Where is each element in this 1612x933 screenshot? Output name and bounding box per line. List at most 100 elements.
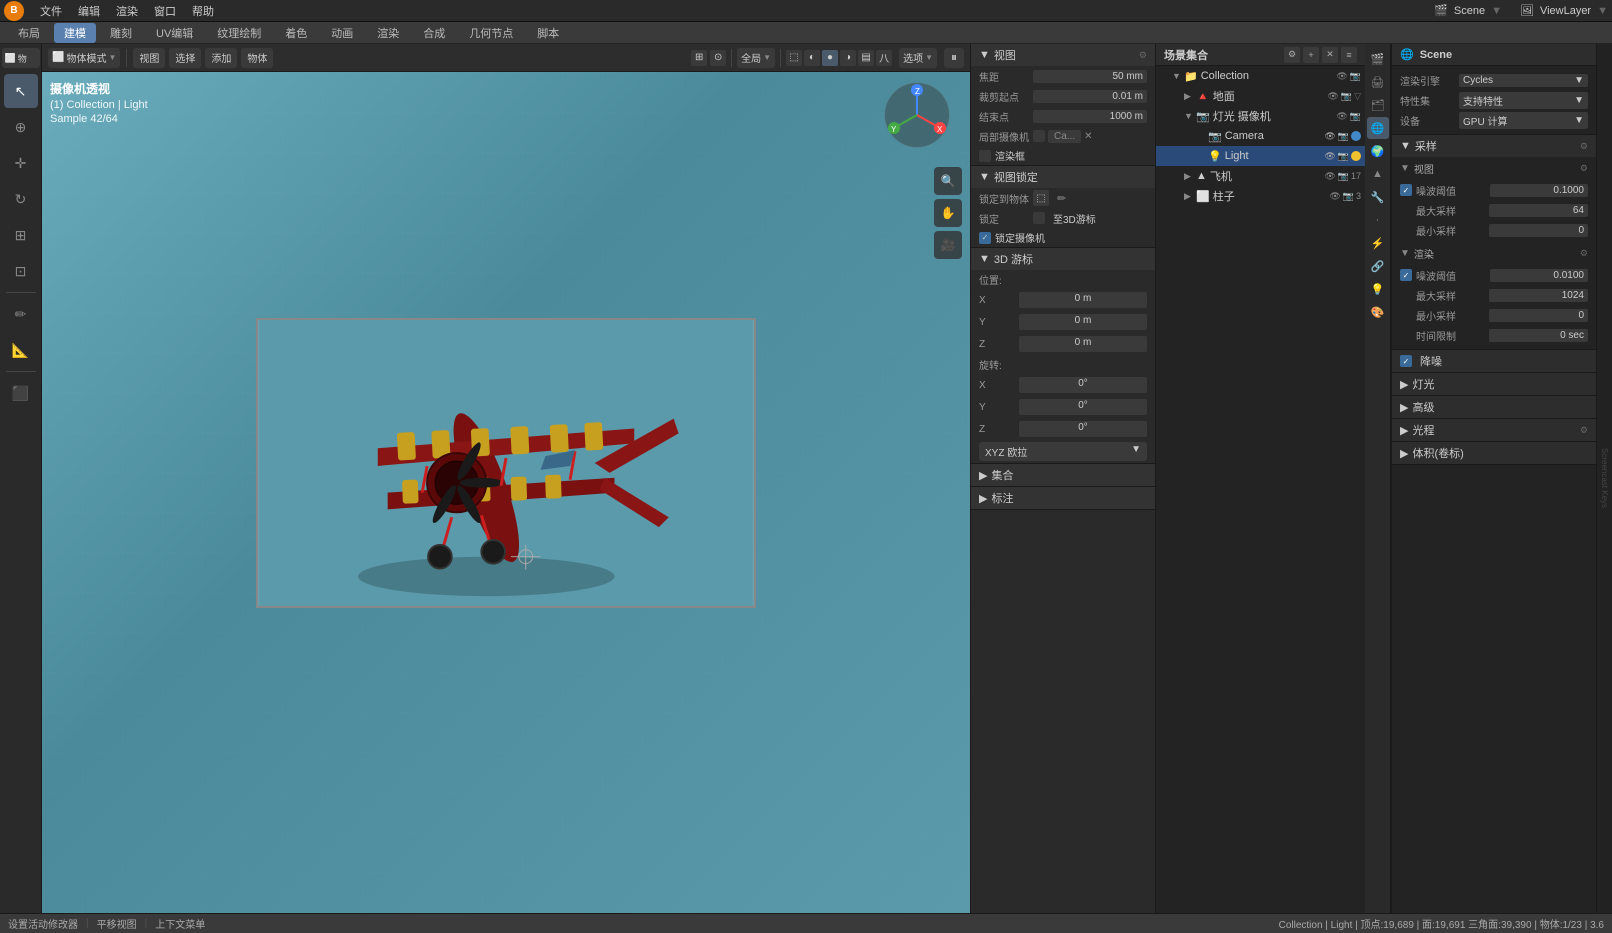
sampling-settings[interactable]: ⚙ [1580,141,1588,152]
plane-vis-icon[interactable]: 👁 [1324,171,1335,182]
render-min-val[interactable]: 0 [1489,309,1588,322]
physics-props-icon[interactable]: ⚡ [1367,232,1389,254]
tree-camera[interactable]: ▶ 📷 Camera 👁 📷 [1156,126,1365,146]
cursor-tool[interactable]: ⊕ [4,110,38,144]
tree-column[interactable]: ▶ ⬜ 柱子 👁 📷 3 [1156,186,1365,206]
settings-icon[interactable]: ≡ [1341,47,1357,63]
feature-set-dropdown[interactable]: 支持特性 ▼ [1459,92,1588,109]
light-render-icon[interactable]: 📷 [1338,151,1349,162]
max-samples-val[interactable]: 64 [1489,204,1588,217]
cursor-rz-val[interactable]: 0° [1019,421,1147,437]
modifier-props-icon[interactable]: 🔧 [1367,186,1389,208]
lock-object-edit[interactable]: ✏ [1057,192,1066,205]
viewport-shading-4[interactable]: ◑ [840,50,856,66]
viewport-shading-1[interactable]: ⬚ [786,50,802,66]
object-menu[interactable]: 物体 [241,48,273,68]
camera-assign-btn[interactable]: Ca... [1048,130,1081,143]
denoising-cb[interactable]: ✓ [1400,355,1412,367]
ground-render-icon[interactable]: 📷 [1341,91,1352,102]
light-path-settings[interactable]: ⚙ [1580,425,1588,436]
object-props-icon[interactable]: ▲ [1367,163,1389,185]
annotate-tool[interactable]: ✏ [4,297,38,331]
tab-modeling[interactable]: 建模 [54,23,96,43]
min-samples-val[interactable]: 0 [1489,224,1588,237]
annotation-header[interactable]: ▶ 标注 [971,487,1155,509]
noise-threshold-cb[interactable]: ✓ [1400,184,1412,196]
tree-ground[interactable]: ▶ 🔺 地面 👁 📷 ▽ [1156,86,1365,106]
object-mode-dropdown[interactable]: ⬜ 物体模式 ▼ [48,48,120,68]
tab-scripting[interactable]: 脚本 [527,23,569,43]
xyz-mode-dropdown[interactable]: XYZ 欧拉 ▼ [979,442,1147,461]
light-path-header[interactable]: ▶ 光程 ⚙ [1392,419,1596,441]
tab-geometry-nodes[interactable]: 几何节点 [459,23,523,43]
render-props-icon[interactable]: 🎬 [1367,48,1389,70]
filter-icon[interactable]: ⚙ [1284,47,1300,63]
tab-shading[interactable]: 着色 [275,23,317,43]
transform-global[interactable]: 全局 ▼ [737,48,775,68]
delete-scene-icon[interactable]: ✕ [1322,47,1338,63]
cursor-3d-header[interactable]: ▼ 3D 游标 [971,248,1155,270]
tree-camera-light-group[interactable]: ▼ 📷 灯光 摄像机 👁 📷 [1156,106,1365,126]
particles-props-icon[interactable]: · [1367,209,1389,231]
render-max-val[interactable]: 1024 [1489,289,1588,302]
tree-collection[interactable]: ▼ 📁 Collection 👁 📷 [1156,66,1365,86]
view-lock-header[interactable]: ▼ 视图锁定 [971,166,1155,188]
tab-compositing[interactable]: 合成 [413,23,455,43]
cg-vis-icon[interactable]: 👁 [1336,111,1347,122]
rotate-tool[interactable]: ↻ [4,182,38,216]
new-scene-icon[interactable]: + [1303,47,1319,63]
tab-texture-paint[interactable]: 纹理绘制 [207,23,271,43]
column-vis-icon[interactable]: 👁 [1329,191,1340,202]
viewport-sub-settings[interactable]: ⚙ [1580,163,1588,174]
cursor-rx-val[interactable]: 0° [1019,377,1147,393]
xray-toggle[interactable]: 八 [876,50,892,66]
data-props-icon[interactable]: 💡 [1367,278,1389,300]
lock-camera-cb[interactable]: ✓ [979,232,991,244]
constraints-props-icon[interactable]: 🔗 [1367,255,1389,277]
menu-file[interactable]: 文件 [32,1,70,21]
add-cube-tool[interactable]: ⬛ [4,376,38,410]
clip-end-value[interactable]: 1000 m [1033,110,1147,123]
add-menu[interactable]: 添加 [205,48,237,68]
cursor-ry-val[interactable]: 0° [1019,399,1147,415]
cursor-z-val[interactable]: 0 m [1019,336,1147,352]
render-sub-settings[interactable]: ⚙ [1580,248,1588,259]
viewport-shading-3[interactable]: ● [822,50,838,66]
collection-header[interactable]: ▶ 集合 [971,464,1155,486]
render-pause-btn[interactable]: ⏸ [944,48,964,68]
tab-sculpt[interactable]: 雕刻 [100,23,142,43]
scale-tool[interactable]: ⊞ [4,218,38,252]
options-menu[interactable]: 选项 ▼ [899,48,937,68]
sampling-header[interactable]: ▼ 采样 ⚙ [1392,135,1596,157]
cg-render-icon[interactable]: 📷 [1350,111,1361,122]
clip-start-value[interactable]: 0.01 m [1033,90,1147,103]
render-engine-dropdown[interactable]: Cycles ▼ [1459,74,1588,87]
proportional-icon[interactable]: ⊙ [710,50,726,66]
menu-help[interactable]: 帮助 [184,1,222,21]
lock-object-btn[interactable]: ⬚ [1033,190,1049,206]
scene-props-icon[interactable]: 🌐 [1367,117,1389,139]
tree-light[interactable]: ▶ 💡 Light 👁 📷 [1156,146,1365,166]
overlay-toggle[interactable]: ▤ [858,50,874,66]
render-noise-cb[interactable]: ✓ [1400,269,1412,281]
measure-tool[interactable]: 📐 [4,333,38,367]
view-layer-props-icon[interactable]: 🗂 [1367,94,1389,116]
world-props-icon[interactable]: 🌍 [1367,140,1389,162]
transform-tool[interactable]: ⊡ [4,254,38,288]
cam-render-icon[interactable]: 📷 [1338,131,1349,142]
snap-icon[interactable]: ⊞ [691,50,707,66]
render-frame-cb[interactable] [979,150,991,162]
tab-uv[interactable]: UV编辑 [146,23,203,43]
camera-icon[interactable]: 🎥 [934,231,962,259]
view-settings-icon[interactable]: ⚙ [1139,50,1147,61]
ground-vis-icon[interactable]: 👁 [1327,91,1338,102]
output-props-icon[interactable]: 🖨 [1367,71,1389,93]
view-menu[interactable]: 视图 [133,48,165,68]
viewport-shading-2[interactable]: ◐ [804,50,820,66]
tree-airplane[interactable]: ▶ ▲ 飞机 👁 📷 17 [1156,166,1365,186]
menu-window[interactable]: 窗口 [146,1,184,21]
cam-vis-icon[interactable]: 👁 [1324,131,1335,142]
time-limit-val[interactable]: 0 sec [1489,329,1588,342]
collection-render-icon[interactable]: 📷 [1350,71,1361,82]
pan-icon[interactable]: ✋ [934,199,962,227]
